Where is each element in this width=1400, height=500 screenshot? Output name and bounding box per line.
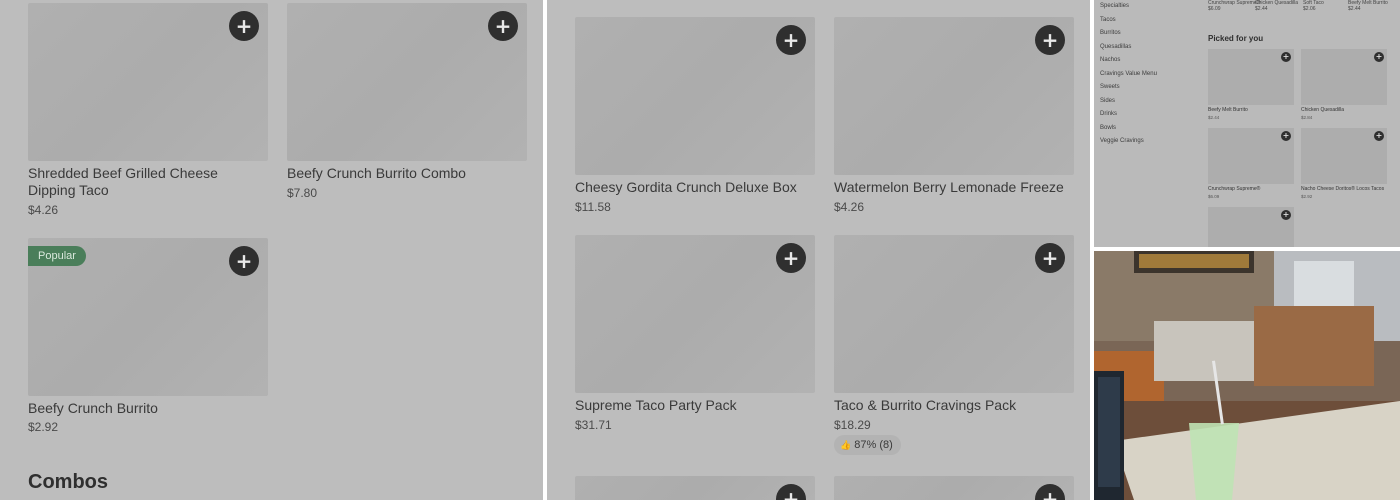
top-row-items: Crunchwrap Supreme® $6.09 Chicken Quesad…	[1208, 0, 1398, 18]
mini-item-price: $2.06	[1303, 6, 1316, 12]
menu-item-price: $31.71	[575, 418, 612, 432]
sidebar-item-bowls[interactable]: Bowls	[1100, 122, 1200, 136]
menu-item-price: $7.80	[287, 186, 318, 200]
sidebar-item-quesadillas[interactable]: Quesadillas	[1100, 41, 1200, 55]
menu-panel-middle: + Cheesy Gordita Crunch Deluxe Box $11.5…	[547, 0, 1090, 500]
add-item-icon[interactable]: +	[488, 11, 518, 41]
menu-item-name: Beefy Crunch Burrito Combo	[287, 165, 466, 181]
menu-item-name: Supreme Taco Party Pack	[575, 397, 737, 413]
menu-item-name: Cheesy Gordita Crunch Deluxe Box	[575, 179, 797, 195]
menu-item-price: $4.26	[28, 203, 59, 217]
category-sidebar: Specialties Tacos Burritos Quesadillas N…	[1100, 0, 1200, 149]
sidebar-item-burritos[interactable]: Burritos	[1100, 27, 1200, 41]
thumbs-up-icon: 👍	[840, 440, 852, 450]
add-item-icon[interactable]: +	[1281, 52, 1291, 62]
add-item-icon[interactable]: +	[1281, 210, 1291, 220]
menu-item-price: $2.92	[1301, 194, 1313, 199]
menu-item-price: $4.26	[834, 200, 865, 214]
sidebar-item-veggie-cravings[interactable]: Veggie Cravings	[1100, 135, 1200, 149]
sidebar-item-tacos[interactable]: Tacos	[1100, 14, 1200, 28]
restaurant-interior-photo	[1094, 251, 1400, 500]
menu-item-name: Taco & Burrito Cravings Pack	[834, 397, 1017, 413]
menu-item-name: Watermelon Berry Lemonade Freeze	[834, 179, 1064, 195]
photo-illustration	[1094, 251, 1400, 500]
menu-item-price: $2.84	[1301, 115, 1313, 120]
menu-item-name: Nacho Cheese Doritos® Locos Tacos	[1301, 186, 1385, 192]
list-item[interactable]: Beefy Melt Burrito $2.44	[1348, 0, 1388, 12]
sidebar-item-sides[interactable]: Sides	[1100, 95, 1200, 109]
add-item-icon[interactable]: +	[229, 11, 259, 41]
add-item-icon[interactable]: +	[776, 25, 806, 55]
sidebar-item-cravings-value-menu[interactable]: Cravings Value Menu	[1100, 68, 1200, 82]
sidebar-item-specialties[interactable]: Specialties	[1100, 0, 1200, 14]
menu-item-price: $6.09	[1208, 194, 1220, 199]
list-item[interactable]: Soft Taco $2.06	[1303, 0, 1324, 12]
add-item-icon[interactable]: +	[776, 243, 806, 273]
add-item-icon[interactable]: +	[1374, 52, 1384, 62]
menu-overview-panel: Specialties Tacos Burritos Quesadillas N…	[1094, 0, 1400, 247]
menu-panel-left: + Shredded Beef Grilled Cheese Dipping T…	[0, 0, 543, 500]
menu-item-name: Crunchwrap Supreme®	[1208, 186, 1261, 192]
add-item-icon[interactable]: +	[1281, 131, 1291, 141]
mini-item-price: $2.44	[1348, 6, 1361, 12]
mini-item-price: $6.09	[1208, 6, 1221, 12]
menu-item-price: $11.58	[575, 200, 611, 214]
menu-item-name: Beefy Melt Burrito	[1208, 107, 1248, 113]
sidebar-item-sweets[interactable]: Sweets	[1100, 81, 1200, 95]
list-item[interactable]: Crunchwrap Supreme® $6.09	[1208, 0, 1260, 12]
popular-badge: Popular	[28, 246, 86, 266]
add-item-icon[interactable]: +	[1035, 243, 1065, 273]
mini-item-price: $2.44	[1255, 6, 1268, 12]
add-item-icon[interactable]: +	[229, 246, 259, 276]
menu-item-price: $2.92	[28, 420, 59, 434]
list-item[interactable]: Chicken Quesadilla $2.44	[1255, 0, 1298, 12]
sidebar-item-nachos[interactable]: Nachos	[1100, 54, 1200, 68]
sidebar-item-drinks[interactable]: Drinks	[1100, 108, 1200, 122]
menu-item-name: Chicken Quesadilla	[1301, 107, 1345, 113]
rating-text: 87% (8)	[854, 439, 893, 451]
rating-badge: 👍 87% (8)	[834, 435, 901, 455]
add-item-icon[interactable]: +	[1035, 25, 1065, 55]
add-item-icon[interactable]: +	[1374, 131, 1384, 141]
menu-item-price: $18.29	[834, 418, 871, 432]
section-title-picked: Picked for you	[1208, 34, 1264, 43]
section-title-combos: Combos	[28, 471, 108, 493]
menu-item-name: Beefy Crunch Burrito	[28, 400, 158, 416]
menu-item-price: $2.44	[1208, 115, 1220, 120]
menu-item-name: Shredded Beef Grilled Cheese Dipping Tac…	[28, 165, 218, 198]
